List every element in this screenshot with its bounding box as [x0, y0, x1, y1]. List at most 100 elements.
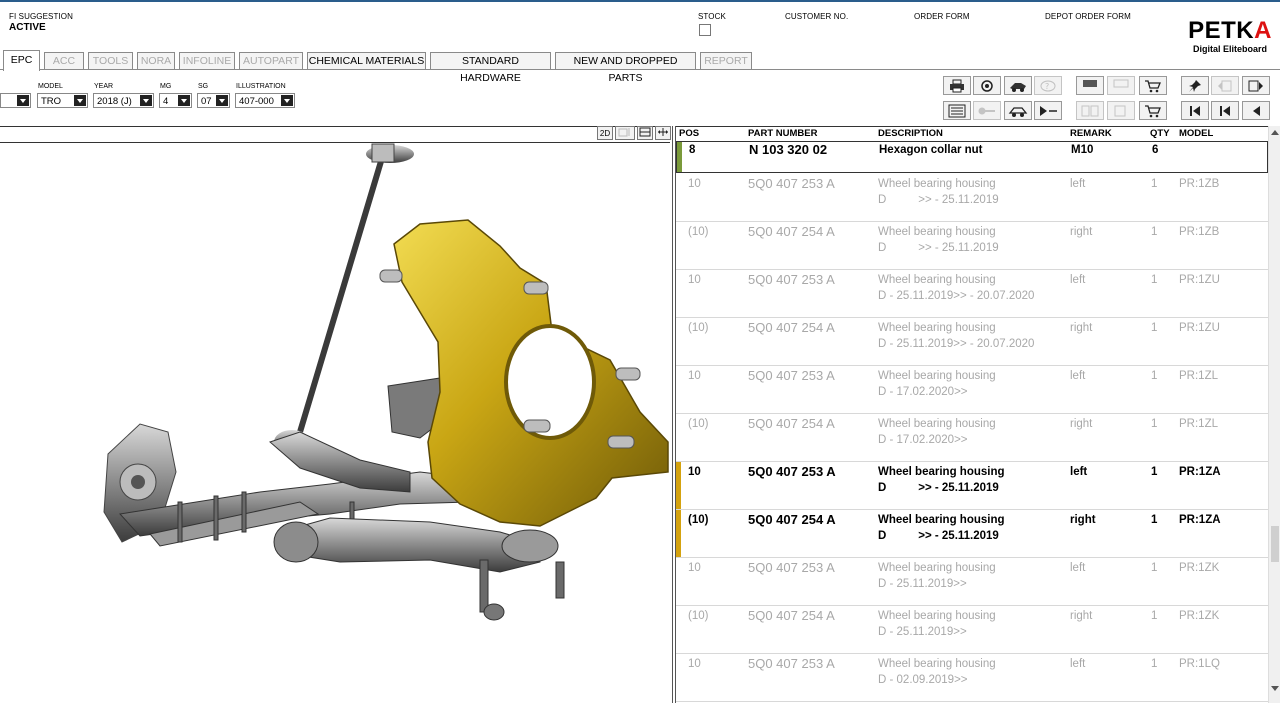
help-query-button[interactable]: ? — [1034, 76, 1062, 95]
cell-qty: 1 — [1151, 466, 1158, 478]
view-3d-button[interactable] — [615, 126, 635, 140]
page-back-icon — [1218, 80, 1232, 91]
cell-part-number: 5Q0 407 254 A — [748, 608, 835, 623]
fit-view-button[interactable] — [637, 126, 653, 140]
print-button[interactable] — [943, 76, 971, 95]
previous-page-button[interactable] — [1211, 76, 1239, 95]
col-remark[interactable]: REMARK — [1070, 127, 1112, 141]
tab-report[interactable]: REPORT — [700, 52, 752, 69]
play-dash-icon — [1040, 105, 1057, 116]
tab-acc[interactable]: ACC — [44, 52, 84, 69]
model-label: MODEL — [38, 83, 63, 90]
cell-remark: right — [1070, 322, 1093, 334]
scroll-up-icon[interactable] — [1271, 130, 1279, 135]
cell-description-detail: D - 25.11.2019>> — [878, 578, 967, 590]
sg-select[interactable]: 07 — [197, 93, 230, 108]
cell-qty: 1 — [1151, 322, 1158, 334]
cell-remark: right — [1070, 226, 1093, 238]
cell-qty: 1 — [1151, 418, 1158, 430]
table-scrollbar[interactable] — [1268, 126, 1280, 703]
next-page-button[interactable] — [1242, 76, 1270, 95]
previous-button[interactable] — [1211, 101, 1239, 120]
compare-button[interactable] — [1076, 101, 1104, 120]
table-row[interactable]: 10 5Q0 407 253 A Wheel bearing housing left… — [676, 366, 1268, 414]
col-model[interactable]: MODEL — [1179, 127, 1213, 141]
table-row[interactable]: (10) 5Q0 407 254 A Wheel bearing housing ri… — [676, 414, 1268, 462]
tab-tools[interactable]: TOOLS — [88, 52, 133, 69]
order-form-label: ORDER FORM — [914, 12, 970, 21]
elsa-button[interactable] — [1076, 76, 1104, 95]
brand-select[interactable] — [0, 93, 31, 108]
chevron-down-icon — [216, 95, 228, 106]
cell-qty: 1 — [1151, 658, 1158, 670]
table-row[interactable]: 10 5Q0 407 253 A Wheel bearing housing left… — [676, 654, 1268, 702]
table-row[interactable]: (10) 5Q0 407 254 A Wheel bearing housing ri… — [676, 318, 1268, 366]
tab-new-and-dropped-parts[interactable]: NEW AND DROPPED PARTS — [555, 52, 696, 84]
tab-autopart[interactable]: AUTOPART — [239, 52, 303, 69]
parts-list-button[interactable] — [943, 101, 971, 120]
add-to-cart-button[interactable] — [1139, 76, 1167, 95]
cell-model: PR:1ZU — [1179, 322, 1220, 334]
cell-description: Wheel bearing housing — [878, 514, 1005, 526]
tab-epc[interactable]: EPC — [3, 50, 40, 71]
col-qty[interactable]: QTY — [1150, 127, 1170, 141]
year-select[interactable]: 2018 (J) — [93, 93, 154, 108]
cell-description: Wheel bearing housing — [878, 610, 996, 622]
cell-description-detail: D - 02.09.2019>> — [878, 674, 968, 686]
skip-first-icon — [1190, 105, 1200, 116]
scroll-thumb[interactable] — [1271, 526, 1279, 562]
expand-panel-button[interactable] — [655, 126, 671, 140]
cell-pos: 10 — [688, 466, 701, 478]
table-row[interactable]: (10) 5Q0 407 254 A Wheel bearing housing ri… — [676, 606, 1268, 654]
cell-model: PR:1ZL — [1179, 418, 1218, 430]
pin-button[interactable] — [1181, 76, 1209, 95]
scroll-down-icon[interactable] — [1271, 686, 1279, 691]
tab-infoline[interactable]: INFOLINE — [179, 52, 235, 69]
depot-info-button[interactable] — [1107, 101, 1135, 120]
skip-previous-icon — [1220, 105, 1230, 116]
model-select[interactable]: TRO — [37, 93, 88, 108]
table-row[interactable]: 10 5Q0 407 253 A Wheel bearing housing left… — [676, 558, 1268, 606]
magnifier-gear-icon — [981, 79, 993, 92]
vehicle-tools-button[interactable] — [1004, 76, 1032, 95]
car-scale-icon — [1008, 106, 1028, 117]
col-part-number[interactable]: PART NUMBER — [748, 127, 818, 141]
tab-chemical-materials[interactable]: CHEMICAL MATERIALS — [307, 52, 426, 69]
cell-description: Wheel bearing housing — [878, 562, 996, 574]
cell-pos: 10 — [688, 178, 701, 190]
table-row[interactable]: 10 5Q0 407 253 A Wheel bearing housing left… — [676, 462, 1268, 510]
stock-checkbox[interactable] — [699, 24, 711, 36]
table-row[interactable]: 10 5Q0 407 253 A Wheel bearing housing left… — [676, 270, 1268, 318]
table-row[interactable]: 10 5Q0 407 253 A Wheel bearing housing left… — [676, 174, 1268, 222]
table-row[interactable]: (10) 5Q0 407 254 A Wheel bearing housing ri… — [676, 222, 1268, 270]
chevron-down-icon — [178, 95, 190, 106]
key-button[interactable] — [973, 101, 1001, 120]
cell-part-number: 5Q0 407 253 A — [748, 656, 835, 671]
petka-logo: PETKA Digital Eliteboard — [1188, 18, 1272, 60]
col-description[interactable]: DESCRIPTION — [878, 127, 943, 141]
search-part-button[interactable] — [973, 76, 1001, 95]
illustration-select[interactable]: 407-000 — [235, 93, 295, 108]
parts-illustration[interactable] — [0, 142, 672, 703]
elsa-icon — [1083, 79, 1097, 87]
fi-suggestion-value: ACTIVE — [9, 22, 46, 33]
mg-select[interactable]: 4 — [159, 93, 192, 108]
cell-pos: (10) — [688, 418, 709, 430]
cart-button[interactable] — [1139, 101, 1167, 120]
forward-connect-button[interactable] — [1034, 101, 1062, 120]
col-pos[interactable]: POS — [679, 127, 699, 141]
vehicle-scale-button[interactable] — [1004, 101, 1032, 120]
tab-standard-hardware[interactable]: STANDARD HARDWARE — [430, 52, 551, 84]
cell-qty: 1 — [1151, 514, 1158, 526]
depot-button[interactable] — [1107, 76, 1135, 95]
expand-arrows-icon — [658, 128, 668, 136]
table-row[interactable]: 8 N 103 320 02 Hexagon collar nut M10 6 — [676, 141, 1268, 173]
cell-part-number: 5Q0 407 253 A — [748, 464, 836, 479]
tab-nora[interactable]: NORA — [137, 52, 175, 69]
table-row[interactable]: (10) 5Q0 407 254 A Wheel bearing housing ri… — [676, 510, 1268, 558]
view-2d-button[interactable]: 2D — [597, 126, 613, 140]
cell-part-number: 5Q0 407 254 A — [748, 224, 835, 239]
first-button[interactable] — [1181, 101, 1209, 120]
cell-description-detail: D >> - 25.11.2019 — [878, 482, 999, 494]
back-button[interactable] — [1242, 101, 1270, 120]
